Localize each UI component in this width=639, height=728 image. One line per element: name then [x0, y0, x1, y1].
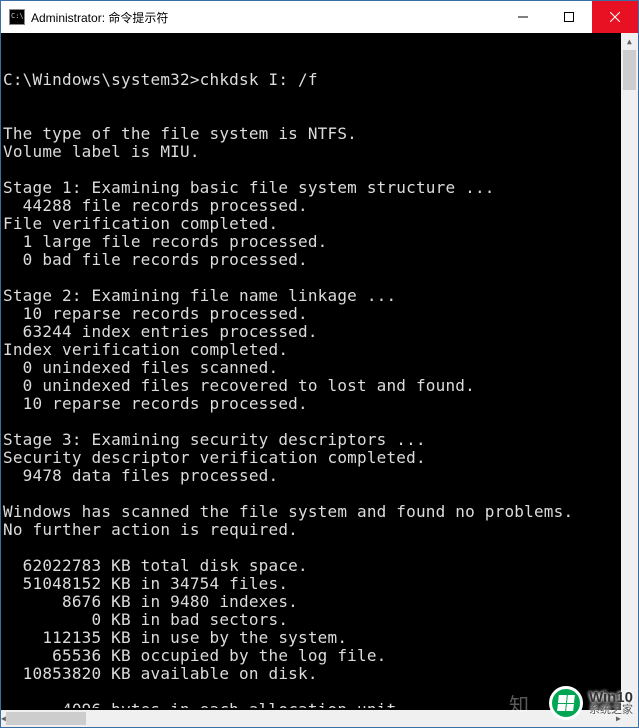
scroll-track-vertical[interactable]	[621, 50, 638, 693]
zhihu-watermark: 知	[509, 689, 529, 718]
window-controls	[500, 1, 638, 33]
prompt-path: C:\Windows\system32>	[3, 70, 200, 89]
console-line: 63244 index entries processed.	[3, 323, 619, 341]
title-bar[interactable]: C:\ Administrator: 命令提示符	[1, 1, 638, 33]
scroll-thumb-vertical[interactable]	[623, 50, 636, 90]
console-line: Stage 1: Examining basic file system str…	[3, 179, 619, 197]
windows-logo-icon	[549, 686, 583, 720]
console-line: 0 bad file records processed.	[3, 251, 619, 269]
svg-text:C:\: C:\	[11, 12, 24, 20]
prompt-line: C:\Windows\system32>chkdsk I: /f	[3, 71, 619, 89]
console-line: Volume label is MIU.	[3, 143, 619, 161]
cmd-window: C:\ Administrator: 命令提示符 C:\Windows\syst…	[0, 0, 639, 728]
console-line: 10 reparse records processed.	[3, 395, 619, 413]
console-line: Security descriptor verification complet…	[3, 449, 619, 467]
console-line: 62022783 KB total disk space.	[3, 557, 619, 575]
console-line	[3, 269, 619, 287]
console-line: 8676 KB in 9480 indexes.	[3, 593, 619, 611]
cmd-icon: C:\	[9, 9, 25, 25]
console-line: Index verification completed.	[3, 341, 619, 359]
console-line	[3, 413, 619, 431]
watermark-title: Win10	[589, 690, 633, 705]
console-line: 10 reparse records processed.	[3, 305, 619, 323]
scroll-thumb-horizontal[interactable]	[6, 712, 86, 725]
console-area[interactable]: C:\Windows\system32>chkdsk I: /f The typ…	[1, 33, 638, 727]
console-line: 0 KB in bad sectors.	[3, 611, 619, 629]
scroll-up-arrow-icon[interactable]: ▲	[621, 33, 638, 50]
console-line: 1 large file records processed.	[3, 233, 619, 251]
console-content: C:\Windows\system32>chkdsk I: /f The typ…	[3, 35, 619, 708]
minimize-button[interactable]	[500, 1, 546, 33]
console-line: File verification completed.	[3, 215, 619, 233]
console-line: 44288 file records processed.	[3, 197, 619, 215]
console-line	[3, 539, 619, 557]
console-line: No further action is required.	[3, 521, 619, 539]
command-text: chkdsk I: /f	[200, 70, 318, 89]
window-title: Administrator: 命令提示符	[31, 9, 500, 26]
watermark-text: Win10 系统之家	[589, 690, 633, 716]
close-button[interactable]	[592, 1, 638, 33]
console-line: 10853820 KB available on disk.	[3, 665, 619, 683]
watermark-subtitle: 系统之家	[589, 705, 633, 716]
maximize-button[interactable]	[546, 1, 592, 33]
console-line: Stage 3: Examining security descriptors …	[3, 431, 619, 449]
console-line: 0 unindexed files scanned.	[3, 359, 619, 377]
console-line	[3, 485, 619, 503]
console-line: 112135 KB in use by the system.	[3, 629, 619, 647]
vertical-scrollbar[interactable]: ▲ ▼	[621, 33, 638, 710]
console-line: 0 unindexed files recovered to lost and …	[3, 377, 619, 395]
console-line: 9478 data files processed.	[3, 467, 619, 485]
console-line: Windows has scanned the file system and …	[3, 503, 619, 521]
site-watermark: Win10 系统之家	[549, 686, 633, 720]
console-line: The type of the file system is NTFS.	[3, 125, 619, 143]
console-line	[3, 161, 619, 179]
console-line: 51048152 KB in 34754 files.	[3, 575, 619, 593]
console-line: Stage 2: Examining file name linkage ...	[3, 287, 619, 305]
console-line: 65536 KB occupied by the log file.	[3, 647, 619, 665]
